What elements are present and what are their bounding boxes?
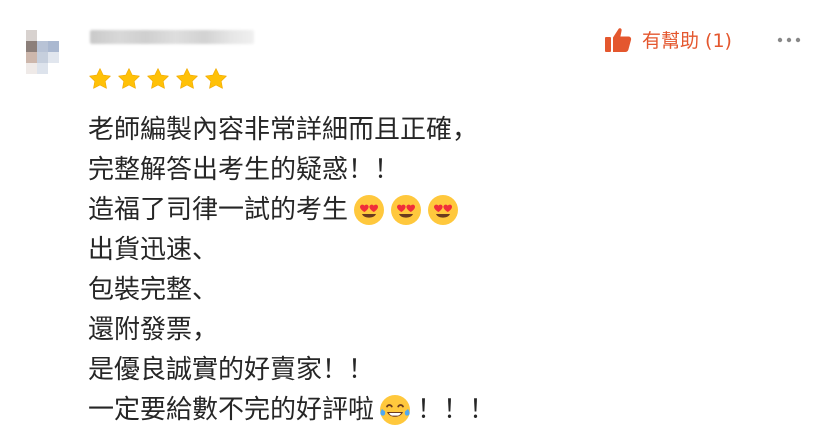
star-rating <box>88 67 228 91</box>
heart-eyes-emoji <box>391 195 422 225</box>
comment-line: 完整解答出考生的疑惑！！ <box>88 150 495 190</box>
comment-line-text: ！！！ <box>417 395 496 425</box>
heart-eyes-emoji <box>354 195 385 225</box>
comment-line-text: 是優良誠實的好賣家！！ <box>88 355 375 385</box>
comment-line-text: 完整解答出考生的疑惑！！ <box>88 155 401 185</box>
comment-line: 還附發票， <box>88 310 495 350</box>
comment-line: 包裝完整、 <box>88 270 495 310</box>
comment-line-text: 老師編製內容非常詳細而且正確， <box>88 115 479 145</box>
star-icon <box>118 68 140 89</box>
helpful-button[interactable]: 有幫助 (1) <box>604 26 732 53</box>
comment-line-text: 造福了司律一試的考生 <box>88 195 349 225</box>
review-comment: 老師編製內容非常詳細而且正確， 完整解答出考生的疑惑！！ 造福了司律一試的考生 … <box>88 110 495 430</box>
comment-line: 是優良誠實的好賣家！！ <box>88 350 495 390</box>
heart-eyes-emoji <box>428 195 459 225</box>
comment-line: 老師編製內容非常詳細而且正確， <box>88 110 495 150</box>
star-icon <box>89 68 111 89</box>
star-icon <box>147 68 169 89</box>
comment-line-text: 一定要給數不完的好評啦 <box>88 395 375 425</box>
comment-line-text: 包裝完整、 <box>88 275 219 305</box>
tears-of-joy-emoji <box>380 395 411 425</box>
thumbs-up-icon <box>605 27 632 52</box>
comment-line: 出貨迅速、 <box>88 230 495 270</box>
reviewer-username-blurred <box>90 30 254 44</box>
star-icon <box>176 68 198 89</box>
comment-line: 一定要給數不完的好評啦 ！！！ <box>88 390 495 430</box>
star-icon <box>205 68 227 89</box>
user-avatar[interactable] <box>26 30 60 74</box>
comment-line-text: 還附發票， <box>88 315 219 345</box>
more-options-icon[interactable] <box>776 36 802 44</box>
comment-line: 造福了司律一試的考生 <box>88 190 495 230</box>
comment-line-text: 出貨迅速、 <box>88 235 219 265</box>
helpful-count-label: 有幫助 (1) <box>642 30 732 52</box>
